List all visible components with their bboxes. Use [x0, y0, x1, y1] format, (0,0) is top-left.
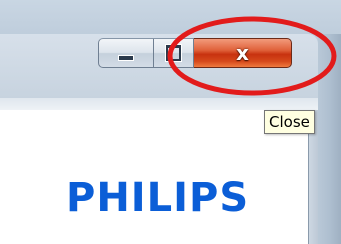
close-tooltip: Close [264, 110, 315, 134]
window-frame-right [318, 34, 341, 244]
tooltip-text: Close [269, 113, 310, 131]
screenshot-stage: x Close PHILIPS [0, 0, 341, 244]
maximize-icon [166, 45, 181, 61]
window-menu-strip [0, 98, 318, 110]
close-icon: x [236, 41, 249, 65]
close-button[interactable]: x [194, 38, 292, 68]
minimize-icon [119, 56, 133, 60]
brand-logo-text: PHILIPS [66, 175, 250, 221]
maximize-button[interactable] [154, 38, 194, 68]
caption-buttons: x [98, 38, 292, 68]
minimize-button[interactable] [98, 38, 154, 68]
